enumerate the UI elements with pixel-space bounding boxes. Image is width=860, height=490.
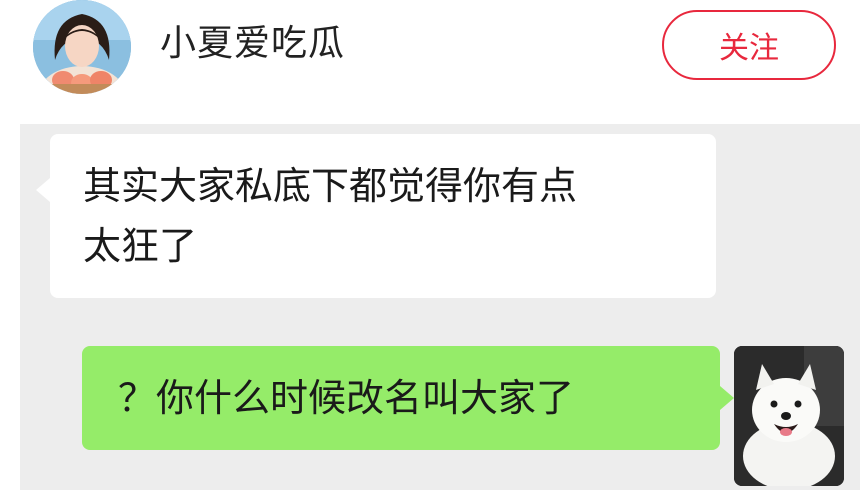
message-text: ？你什么时候改名叫大家了	[118, 376, 575, 420]
user-avatar[interactable]	[33, 0, 131, 94]
chat-area: 其实大家私底下都觉得你有点 太狂了 ？你什么时候改名叫大家了	[20, 124, 860, 490]
sent-message-bubble[interactable]: ？你什么时候改名叫大家了	[82, 346, 734, 450]
message-text-line: 其实大家私底下都觉得你有点	[83, 164, 578, 208]
profile-header: 小夏爱吃瓜 关注	[0, 0, 860, 110]
follow-button[interactable]: 关注	[662, 10, 836, 80]
woman-avatar-icon	[33, 0, 131, 94]
username: 小夏爱吃瓜	[160, 23, 346, 64]
samoyed-dog-avatar-icon	[734, 346, 844, 486]
message-text-line: 太狂了	[83, 224, 198, 268]
reply-avatar[interactable]	[734, 346, 844, 486]
received-message-bubble[interactable]: 其实大家私底下都觉得你有点 太狂了	[36, 134, 716, 298]
